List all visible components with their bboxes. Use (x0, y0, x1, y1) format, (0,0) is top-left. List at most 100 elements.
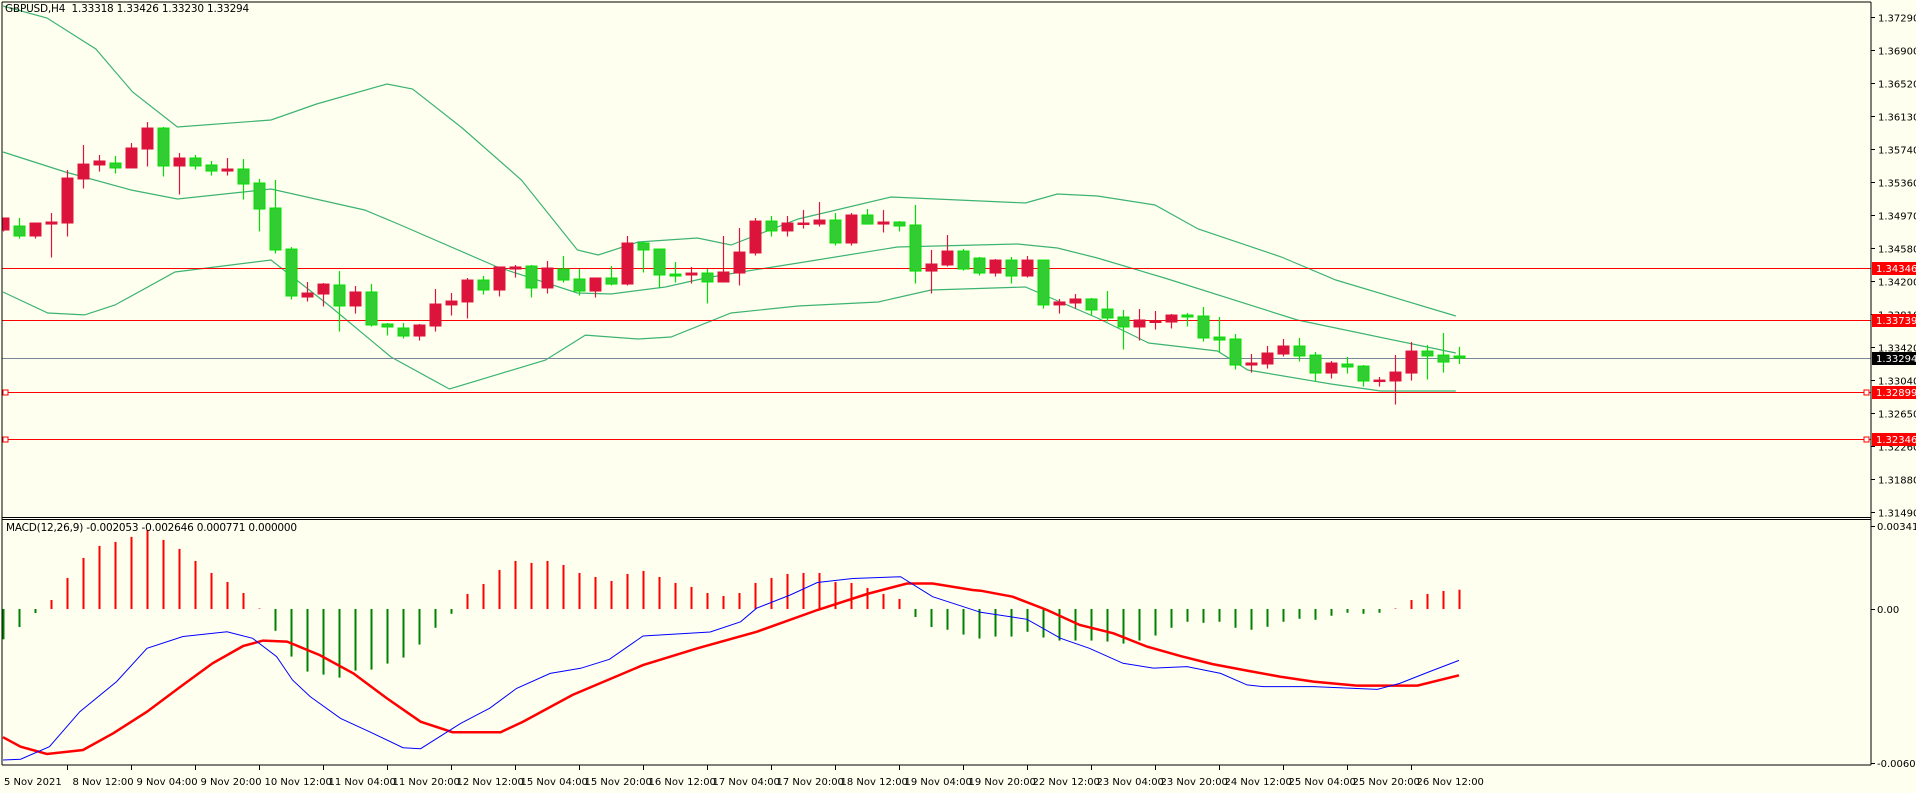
candle[interactable] (45, 213, 58, 258)
candle[interactable] (861, 209, 874, 225)
candle[interactable] (317, 283, 330, 307)
macd-pane[interactable] (2, 530, 1461, 761)
candle[interactable] (893, 221, 906, 232)
macd-axis-label: 0.003416 (1877, 522, 1916, 533)
candle[interactable] (61, 170, 74, 237)
candle-body (1437, 354, 1450, 363)
candle[interactable] (941, 235, 954, 267)
time-axis[interactable]: 5 Nov 2021 8 Nov 12:00 9 Nov 04:00 9 Nov 20… (4, 765, 1484, 788)
candle[interactable] (765, 216, 778, 237)
candle[interactable] (445, 293, 458, 316)
candle[interactable] (461, 277, 474, 319)
candle[interactable] (1053, 298, 1066, 314)
candle[interactable] (1165, 314, 1178, 329)
candle[interactable] (141, 122, 154, 167)
candle[interactable] (205, 160, 218, 176)
candle-body (429, 303, 442, 327)
candle[interactable] (1197, 307, 1210, 342)
candle[interactable] (1325, 361, 1338, 379)
candle[interactable] (1021, 256, 1034, 278)
candle[interactable] (109, 156, 122, 174)
candle[interactable] (477, 276, 490, 295)
candle[interactable] (285, 247, 298, 300)
candle[interactable] (237, 159, 250, 200)
candle[interactable] (173, 153, 186, 195)
candle-body (1005, 259, 1018, 277)
candle[interactable] (189, 155, 202, 170)
candle[interactable] (1357, 365, 1370, 387)
candle[interactable] (493, 266, 506, 297)
candle[interactable] (413, 323, 426, 341)
candle[interactable] (525, 265, 538, 298)
candle[interactable] (701, 269, 714, 304)
candle[interactable] (589, 277, 602, 298)
candle[interactable] (989, 259, 1002, 277)
candle[interactable] (157, 127, 170, 177)
candle[interactable] (685, 266, 698, 284)
candle[interactable] (733, 228, 746, 286)
candle[interactable] (1213, 316, 1226, 353)
price-axis-label: 1.32650 (1878, 410, 1916, 421)
chart-canvas[interactable]: 1.37290 1.36900 1.36520 1.36130 1.35740 1.353… (0, 0, 1916, 793)
level-handle-right[interactable] (1863, 389, 1870, 396)
price-axis-label: 1.36520 (1878, 80, 1916, 91)
candle[interactable] (541, 261, 554, 294)
candle[interactable] (1085, 298, 1098, 316)
candle[interactable] (557, 256, 570, 283)
candle[interactable] (1421, 344, 1434, 380)
candle[interactable] (381, 323, 394, 336)
candle[interactable] (1373, 376, 1386, 387)
candle[interactable] (77, 145, 90, 189)
candle[interactable] (1293, 337, 1306, 362)
candle[interactable] (13, 217, 26, 239)
candle[interactable] (1405, 341, 1418, 381)
price-pane[interactable] (0, 5, 1871, 443)
candle-body (365, 291, 378, 326)
candle[interactable] (845, 213, 858, 246)
candle[interactable] (429, 288, 442, 332)
candle[interactable] (1037, 259, 1050, 309)
candle[interactable] (781, 216, 794, 237)
candle[interactable] (333, 271, 346, 332)
candle[interactable] (1229, 334, 1242, 370)
candle[interactable] (221, 157, 234, 176)
candle[interactable] (829, 213, 842, 246)
candle[interactable] (1005, 256, 1018, 284)
candle[interactable] (637, 242, 650, 273)
candle[interactable] (653, 248, 666, 288)
candle[interactable] (973, 256, 986, 276)
level-handle-left[interactable] (2, 389, 9, 396)
candle[interactable] (1181, 313, 1194, 327)
candle[interactable] (621, 235, 634, 286)
candle-body (525, 265, 538, 289)
candle[interactable] (877, 210, 890, 233)
candle[interactable] (29, 222, 42, 239)
candle[interactable] (365, 284, 378, 327)
candle[interactable] (1309, 351, 1322, 382)
candle[interactable] (1341, 357, 1354, 374)
candle[interactable] (349, 286, 362, 314)
candle[interactable] (573, 269, 586, 296)
candle[interactable] (0, 217, 10, 232)
candle[interactable] (397, 323, 410, 339)
candle[interactable] (1389, 355, 1402, 405)
candle[interactable] (1437, 333, 1450, 373)
candle[interactable] (669, 262, 682, 283)
candle[interactable] (253, 178, 266, 232)
candle[interactable] (1101, 291, 1114, 322)
candle[interactable] (749, 217, 762, 256)
candle[interactable] (797, 210, 810, 229)
price-axis[interactable]: 1.37290 1.36900 1.36520 1.36130 1.35740 1.353… (1871, 14, 1916, 520)
candle[interactable] (1453, 346, 1466, 365)
level-handle-right[interactable] (1863, 436, 1870, 443)
candle[interactable] (1133, 309, 1146, 341)
candle[interactable] (1117, 309, 1130, 350)
candle[interactable] (1261, 346, 1274, 369)
candle[interactable] (909, 205, 922, 284)
candle[interactable] (125, 143, 138, 169)
candle[interactable] (957, 249, 970, 271)
candle[interactable] (925, 249, 938, 294)
candle[interactable] (1277, 339, 1290, 357)
level-handle-left[interactable] (2, 436, 9, 443)
candle[interactable] (93, 155, 106, 172)
